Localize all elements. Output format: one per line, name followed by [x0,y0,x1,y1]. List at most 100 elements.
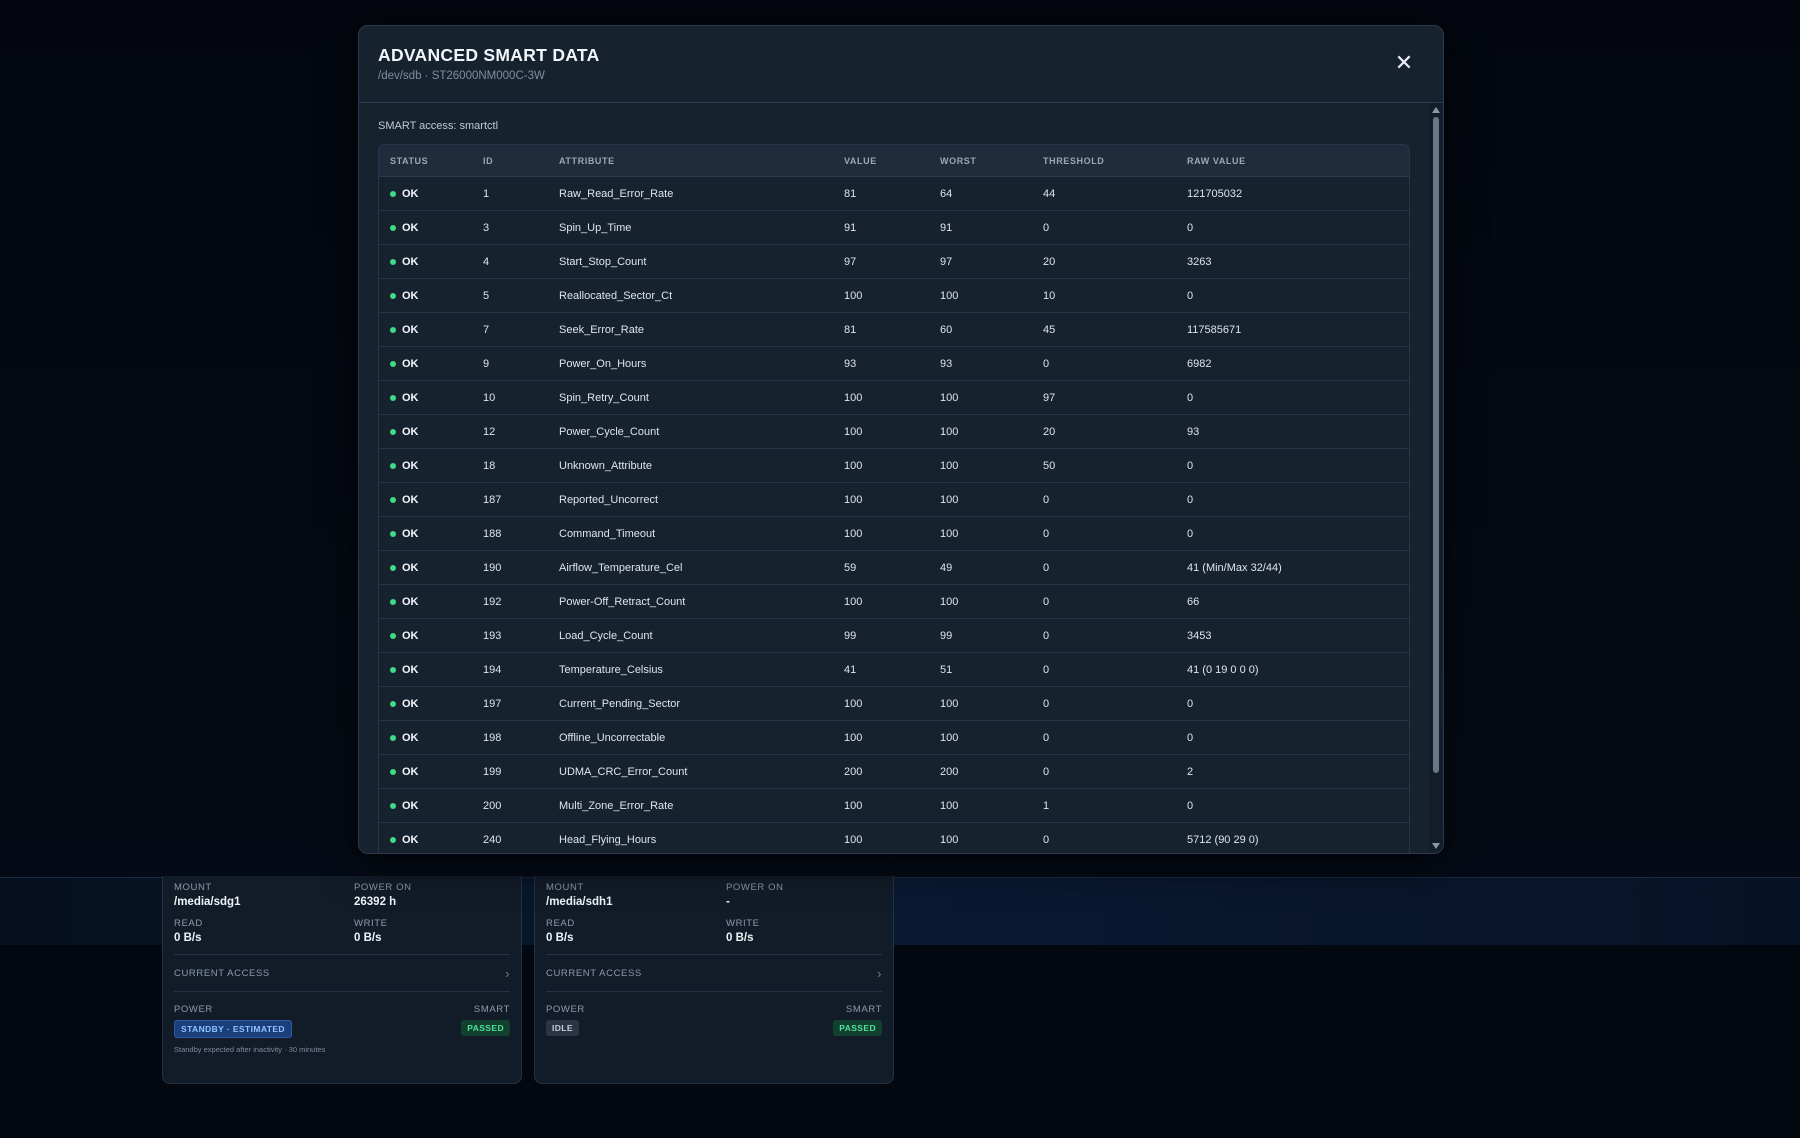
scroll-thumb[interactable] [1433,117,1439,773]
attr-raw-value: 0 [1187,527,1194,540]
status-cell: OK [379,800,483,812]
status-cell: OK [379,698,483,710]
table-row: OK 188 Command_Timeout 100 100 0 0 [379,517,1409,551]
attr-value: 100 [844,527,863,540]
attr-name: Airflow_Temperature_Cel [559,561,683,574]
status-text: OK [402,391,419,404]
read-field: READ 0 B/s [174,918,354,944]
status-dot-icon [390,598,396,605]
table-row: OK 10 Spin_Retry_Count 100 100 97 0 [379,381,1409,415]
status-cell: OK [379,358,483,370]
status-text: OK [402,765,419,778]
attr-id: 7 [483,323,490,336]
attr-id: 240 [483,833,502,846]
mount-value: /media/sdg1 [174,896,241,908]
status-dot-icon [390,462,396,469]
attr-value: 81 [844,323,857,336]
scroll-up-icon[interactable] [1432,107,1440,113]
status-cell: OK [379,630,483,642]
attr-name: Power_On_Hours [559,357,647,370]
modal-scrollbar[interactable] [1429,103,1443,853]
attr-value: 91 [844,221,857,234]
power-smart-row: POWER IDLE SMART PASSED [546,1004,882,1036]
attr-value: 100 [844,425,863,438]
attr-name: Reported_Uncorrect [559,493,659,506]
status-text: OK [402,561,419,574]
attr-raw-value: 41 (0 19 0 0 0) [1187,663,1259,676]
attr-value: 100 [844,731,863,744]
status-cell: OK [379,732,483,744]
status-dot-icon [390,700,396,707]
power-on-label: POWER ON [354,882,412,893]
mount-value: /media/sdh1 [546,896,613,908]
chevron-right-icon: › [877,965,882,981]
write-field: WRITE 0 B/s [726,918,886,944]
table-row: OK 18 Unknown_Attribute 100 100 50 0 [379,449,1409,483]
attr-worst: 100 [940,425,959,438]
current-access-toggle[interactable]: CURRENT ACCESS › [546,955,882,991]
status-text: OK [402,629,419,642]
smart-data-modal: ADVANCED SMART DATA /dev/sdb · ST26000NM… [358,25,1444,854]
attr-threshold: 0 [1043,561,1050,574]
status-cell: OK [379,664,483,676]
status-dot-icon [390,564,396,571]
attr-raw-value: 117585671 [1187,323,1242,336]
attr-name: UDMA_CRC_Error_Count [559,765,688,778]
power-label: POWER [546,1004,585,1015]
attr-value: 41 [844,663,857,676]
mount-field: MOUNT /media/sdg1 [174,882,354,908]
status-cell: OK [379,324,483,336]
modal-title: ADVANCED SMART DATA [378,45,600,65]
power-on-value: - [726,896,730,908]
attr-worst: 51 [940,663,953,676]
close-icon[interactable]: ✕ [1393,52,1415,74]
attr-worst: 100 [940,799,959,812]
attr-worst: 100 [940,527,959,540]
attr-id: 194 [483,663,502,676]
attr-id: 192 [483,595,502,608]
current-access-toggle[interactable]: CURRENT ACCESS › [174,955,510,991]
attr-value: 200 [844,765,863,778]
attr-id: 18 [483,459,496,472]
attr-name: Seek_Error_Rate [559,323,644,336]
attr-raw-value: 6982 [1187,357,1212,370]
attr-name: Load_Cycle_Count [559,629,653,642]
attr-worst: 100 [940,391,959,404]
status-dot-icon [390,666,396,673]
attr-id: 193 [483,629,502,642]
write-value: 0 B/s [354,932,382,944]
chevron-right-icon: › [505,965,510,981]
attr-raw-value: 3453 [1187,629,1212,642]
status-cell: OK [379,392,483,404]
attr-id: 190 [483,561,502,574]
power-on-field: POWER ON 26392 h [354,882,514,908]
smart-label: SMART [845,1004,882,1015]
attr-id: 200 [483,799,502,812]
modal-body: SMART access: smartctl STATUS ID ATTRIBU… [359,103,1443,853]
status-text: OK [402,663,419,676]
attr-value: 100 [844,391,863,404]
status-cell: OK [379,494,483,506]
attr-value: 100 [844,493,863,506]
attr-name: Spin_Retry_Count [559,391,649,404]
smart-label: SMART [473,1004,510,1015]
attr-value: 99 [844,629,857,642]
status-dot-icon [390,428,396,435]
status-text: OK [402,731,419,744]
status-cell: OK [379,766,483,778]
attr-id: 12 [483,425,496,438]
status-dot-icon [390,326,396,333]
status-dot-icon [390,632,396,639]
attr-raw-value: 0 [1187,459,1194,472]
attr-threshold: 20 [1043,255,1056,268]
table-row: OK 9 Power_On_Hours 93 93 0 6982 [379,347,1409,381]
status-text: OK [402,799,419,812]
table-row: OK 199 UDMA_CRC_Error_Count 200 200 0 2 [379,755,1409,789]
disk-card-sdh: MOUNT /media/sdh1 POWER ON - READ 0 B/s … [534,876,894,1084]
attr-name: Offline_Uncorrectable [559,731,666,744]
status-dot-icon [390,190,396,197]
status-dot-icon [390,734,396,741]
status-text: OK [402,255,419,268]
scroll-down-icon[interactable] [1432,843,1440,849]
power-on-field: POWER ON - [726,882,886,908]
